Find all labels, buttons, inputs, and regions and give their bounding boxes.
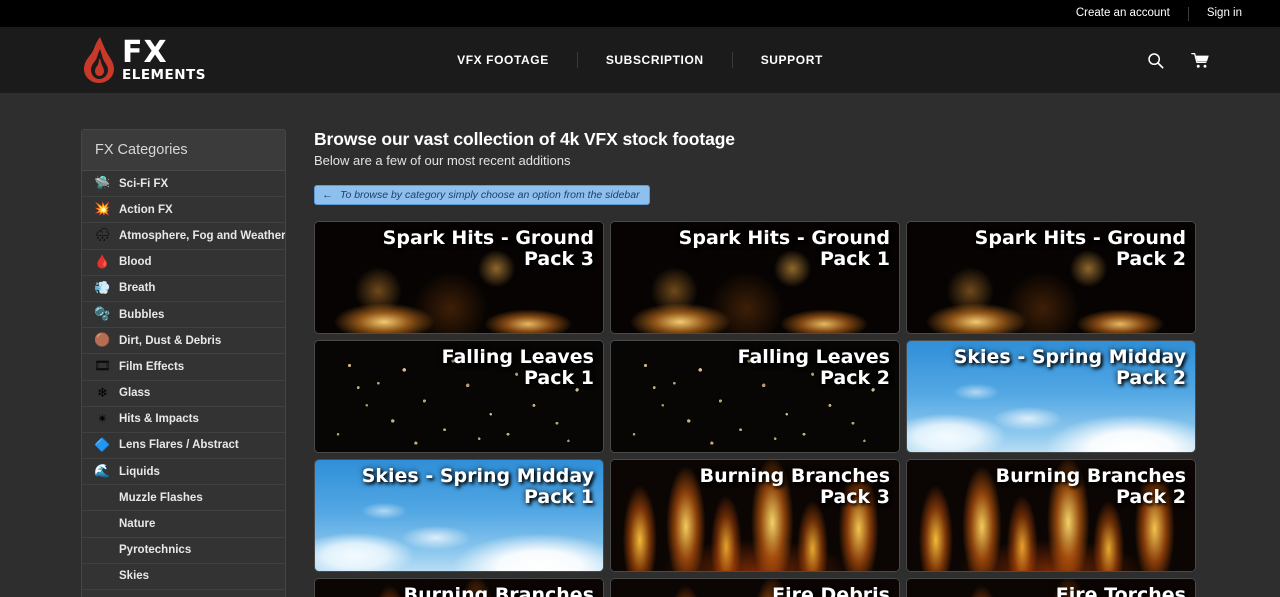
sidebar-item-label: Bubbles bbox=[119, 308, 165, 321]
footage-card[interactable]: Skies - Spring Midday Pack 1 bbox=[314, 459, 604, 572]
sidebar-item-film-effects[interactable]: 🎞 Film Effects bbox=[82, 354, 285, 381]
fx-categories-sidebar: FX Categories 🛸 Sci-Fi FX 💥 Action FX 🌧 Atmos… bbox=[81, 129, 286, 597]
sidebar-item-label: Hits & Impacts bbox=[119, 413, 199, 426]
site-header: FX ELEMENTS VFX FOOTAGE SUBSCRIPTION SUP… bbox=[0, 27, 1280, 93]
footage-card-title: Skies - Spring Midday Pack 1 bbox=[361, 465, 594, 508]
sidebar-item-label: Skies bbox=[119, 570, 150, 583]
sidebar-item-label: Muzzle Flashes bbox=[119, 491, 203, 504]
footage-card-title: Fire Torches bbox=[1055, 584, 1186, 597]
footage-card[interactable]: Spark Hits - Ground Pack 3 bbox=[314, 221, 604, 334]
category-hint-badge: ← To browse by category simply choose an… bbox=[314, 185, 650, 205]
sidebar-item-label: Breath bbox=[119, 282, 156, 295]
category-icon: 🌊 bbox=[94, 464, 111, 480]
sidebar-item-dirt-dust-debris[interactable]: 🟤 Dirt, Dust & Debris bbox=[82, 328, 285, 355]
flame-icon bbox=[84, 37, 114, 83]
category-icon: 🩸 bbox=[94, 254, 111, 270]
main-content: Browse our vast collection of 4k VFX sto… bbox=[314, 129, 1198, 597]
sidebar-item-blood[interactable]: 🩸 Blood bbox=[82, 250, 285, 276]
footage-card[interactable]: Burning Branches bbox=[314, 578, 604, 597]
category-icon: 🫧 bbox=[94, 307, 111, 323]
top-utility-bar: Create an account Sign in bbox=[0, 0, 1280, 27]
sidebar-item-breath[interactable]: 💨 Breath bbox=[82, 276, 285, 302]
category-icon: 💥 bbox=[94, 202, 111, 218]
sidebar-item-label: Film Effects bbox=[119, 360, 185, 373]
header-icon-group bbox=[1146, 51, 1210, 70]
sidebar-title: FX Categories bbox=[82, 130, 285, 171]
create-account-link[interactable]: Create an account bbox=[1058, 7, 1188, 20]
category-icon: ✴ bbox=[97, 411, 108, 427]
footage-card-title: Falling Leaves Pack 1 bbox=[441, 346, 594, 389]
category-icon: 🛸 bbox=[94, 176, 111, 192]
footage-card[interactable]: Falling Leaves Pack 1 bbox=[314, 340, 604, 453]
sidebar-item-label: Dirt, Dust & Debris bbox=[119, 334, 222, 347]
category-icon: 💨 bbox=[94, 280, 111, 296]
category-icon: 🔷 bbox=[94, 437, 111, 453]
sidebar-item-label: Atmosphere, Fog and Weather bbox=[119, 229, 286, 242]
sidebar-item-muzzle-flashes[interactable]: Muzzle Flashes bbox=[82, 485, 285, 512]
footage-card[interactable]: Falling Leaves Pack 2 bbox=[610, 340, 900, 453]
category-icon: 🟤 bbox=[94, 333, 111, 349]
page-body: FX Categories 🛸 Sci-Fi FX 💥 Action FX 🌧 Atmos… bbox=[0, 93, 1280, 597]
footage-card-title: Falling Leaves Pack 2 bbox=[737, 346, 890, 389]
sidebar-item-label: Action FX bbox=[119, 203, 173, 216]
category-hint-text: To browse by category simply choose an o… bbox=[340, 189, 640, 201]
sidebar-item-atmosphere-fog-and-weather[interactable]: 🌧 Atmosphere, Fog and Weather bbox=[82, 223, 286, 250]
footage-card[interactable]: Fire Debris bbox=[610, 578, 900, 597]
sidebar-item-lens-flares-abstract[interactable]: 🔷 Lens Flares / Abstract bbox=[82, 433, 285, 460]
footage-card-title: Spark Hits - Ground Pack 3 bbox=[382, 227, 594, 270]
search-icon[interactable] bbox=[1146, 51, 1165, 70]
nav-item-subscription[interactable]: SUBSCRIPTION bbox=[578, 53, 732, 67]
category-list: 🛸 Sci-Fi FX 💥 Action FX 🌧 Atmosphere, Fog and… bbox=[82, 171, 285, 597]
footage-card[interactable]: Skies - Spring Midday Pack 2 bbox=[906, 340, 1196, 453]
footage-card-title: Burning Branches bbox=[403, 584, 594, 597]
sidebar-item-liquids[interactable]: 🌊 Liquids bbox=[82, 459, 285, 486]
logo-elements-text: ELEMENTS bbox=[122, 66, 206, 83]
cart-icon[interactable] bbox=[1191, 51, 1210, 70]
category-icon: 🌧 bbox=[94, 228, 111, 244]
footage-card-title: Burning Branches Pack 3 bbox=[699, 465, 890, 508]
sidebar-item-label: Nature bbox=[119, 518, 156, 531]
page-title: Browse our vast collection of 4k VFX sto… bbox=[314, 129, 735, 149]
sidebar-item-label: Pyrotechnics bbox=[119, 544, 192, 557]
footage-card-title: Skies - Spring Midday Pack 2 bbox=[953, 346, 1186, 389]
footage-card[interactable]: Spark Hits - Ground Pack 1 bbox=[610, 221, 900, 334]
nav-item-vfx-footage[interactable]: VFX FOOTAGE bbox=[429, 53, 577, 67]
category-icon: 🎞 bbox=[94, 359, 111, 375]
sidebar-item-label: Blood bbox=[119, 256, 152, 269]
sidebar-item-glass[interactable]: ❄ Glass bbox=[82, 381, 285, 407]
sidebar-item-label: Sci-Fi FX bbox=[119, 177, 169, 190]
footage-card-title: Spark Hits - Ground Pack 1 bbox=[678, 227, 890, 270]
sidebar-item-nature[interactable]: Nature bbox=[82, 511, 285, 538]
sidebar-item-smoke[interactable]: Smoke bbox=[82, 590, 285, 597]
sidebar-item-sci-fi-fx[interactable]: 🛸 Sci-Fi FX bbox=[82, 171, 285, 198]
category-icon: ❄ bbox=[97, 385, 108, 401]
sidebar-item-bubbles[interactable]: 🫧 Bubbles bbox=[82, 302, 285, 329]
sidebar-item-skies[interactable]: Skies bbox=[82, 564, 285, 590]
arrow-left-icon: ← bbox=[322, 189, 333, 201]
logo-fx-text: FX bbox=[122, 34, 168, 70]
footage-card[interactable]: Fire Torches bbox=[906, 578, 1196, 597]
sidebar-item-label: Liquids bbox=[119, 465, 160, 478]
page-subtitle: Below are a few of our most recent addit… bbox=[314, 153, 571, 168]
sign-in-link[interactable]: Sign in bbox=[1189, 7, 1260, 20]
sidebar-item-label: Glass bbox=[119, 387, 151, 400]
sidebar-item-action-fx[interactable]: 💥 Action FX bbox=[82, 197, 285, 224]
footage-card[interactable]: Burning Branches Pack 2 bbox=[906, 459, 1196, 572]
logo-wordmark: FX ELEMENTS bbox=[122, 34, 206, 83]
footage-card-title: Fire Debris bbox=[772, 584, 890, 597]
footage-card[interactable]: Spark Hits - Ground Pack 2 bbox=[906, 221, 1196, 334]
nav-item-support[interactable]: SUPPORT bbox=[733, 53, 851, 67]
sidebar-item-pyrotechnics[interactable]: Pyrotechnics bbox=[82, 538, 285, 564]
footage-card[interactable]: Burning Branches Pack 3 bbox=[610, 459, 900, 572]
sidebar-item-hits-impacts[interactable]: ✴ Hits & Impacts bbox=[82, 407, 285, 433]
footage-card-title: Burning Branches Pack 2 bbox=[995, 465, 1186, 508]
footage-grid: Spark Hits - Ground Pack 3 Spark Hits - G… bbox=[314, 221, 1198, 597]
sidebar-item-label: Lens Flares / Abstract bbox=[119, 439, 239, 452]
site-logo[interactable]: FX ELEMENTS bbox=[82, 36, 206, 84]
footage-card-title: Spark Hits - Ground Pack 2 bbox=[974, 227, 1186, 270]
